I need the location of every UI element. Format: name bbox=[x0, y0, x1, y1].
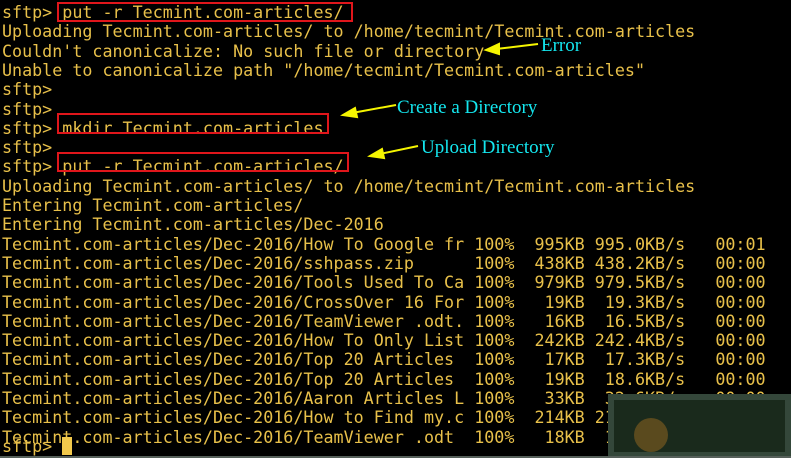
terminal-window[interactable]: sftp> put -r Tecmint.com-articles/Upload… bbox=[0, 0, 791, 458]
annotation-arrows bbox=[340, 42, 539, 160]
logo-icon bbox=[634, 418, 668, 452]
watermark-logo bbox=[608, 394, 791, 458]
upload-directory-annotation: Upload Directory bbox=[421, 137, 555, 158]
error-arrow-head bbox=[483, 42, 500, 56]
error-arrow bbox=[495, 43, 539, 50]
upload-arrow bbox=[379, 145, 419, 155]
create-arrow-head bbox=[340, 106, 359, 119]
create-directory-annotation: Create a Directory bbox=[397, 97, 538, 118]
upload-arrow-head bbox=[367, 147, 386, 160]
error-annotation: Error bbox=[541, 35, 582, 56]
create-arrow bbox=[351, 104, 397, 114]
